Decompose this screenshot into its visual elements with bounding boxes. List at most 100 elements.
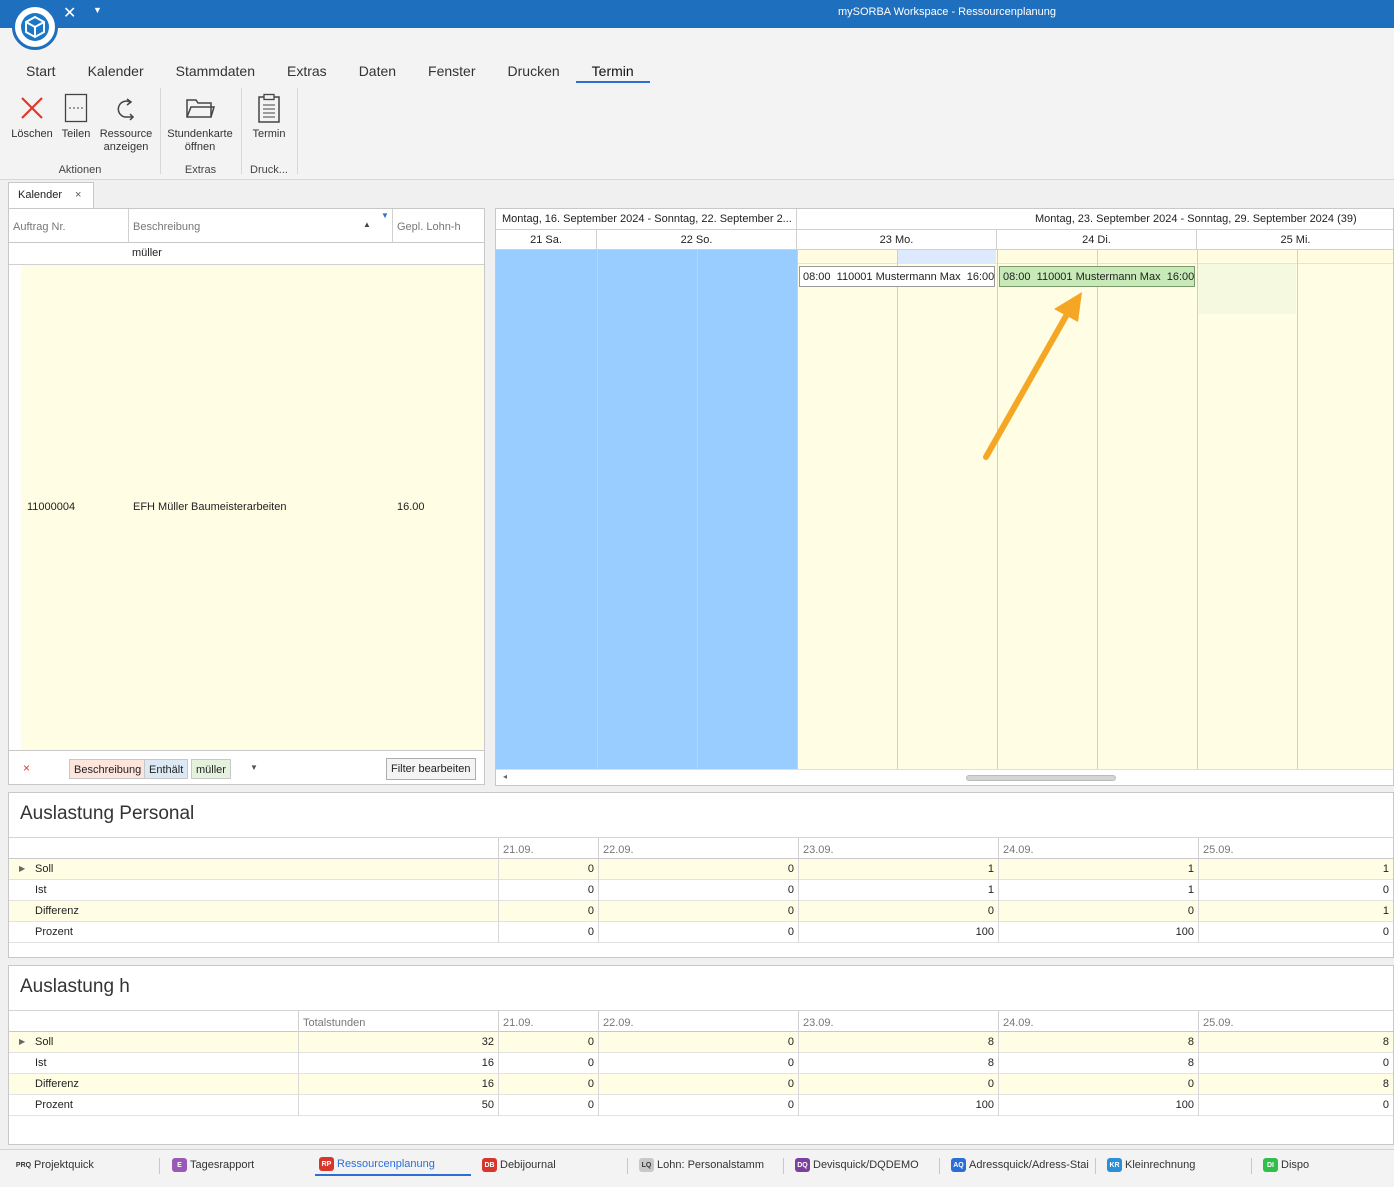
redirect-arrow-icon xyxy=(96,92,156,124)
order-grid: Auftrag Nr. Beschreibung ▲ ▼ Gepl. Lohn-… xyxy=(8,208,485,785)
cell: 0 xyxy=(1198,922,1393,943)
cell: 0 xyxy=(1198,1095,1393,1116)
split-button[interactable]: Teilen xyxy=(58,92,94,141)
show-resource-button[interactable]: Ressource anzeigen xyxy=(96,92,156,154)
grid-header: Totalstunden 21.09. 22.09. 23.09. 24.09.… xyxy=(9,1010,1393,1033)
taskbar-item-tagesrapport[interactable]: E Tagesrapport xyxy=(168,1154,254,1176)
table-row[interactable]: Differenz 16 0 0 0 0 8 xyxy=(9,1074,1393,1095)
column-header-order-no[interactable]: Auftrag Nr. xyxy=(9,209,129,243)
row-label: Prozent xyxy=(35,1099,73,1111)
column-header[interactable]: 22.09. xyxy=(598,838,798,860)
tab-kalender[interactable]: Kalender xyxy=(72,63,160,83)
column-header[interactable]: 25.09. xyxy=(1198,1011,1393,1033)
appointment-print-button[interactable]: Termin xyxy=(248,92,290,141)
table-row[interactable]: ▶ Soll 32 0 0 8 8 8 xyxy=(9,1032,1393,1053)
expand-row-icon[interactable]: ▶ xyxy=(15,1032,29,1053)
taskbar-item-kleinrechnung[interactable]: KR Kleinrechnung xyxy=(1103,1154,1195,1176)
tab-drucken[interactable]: Drucken xyxy=(492,63,576,83)
column-header[interactable]: Totalstunden xyxy=(298,1011,498,1033)
tagesrapport-icon: E xyxy=(172,1158,187,1172)
dispo-icon: DI xyxy=(1263,1158,1278,1172)
cell: 0 xyxy=(598,859,798,880)
show-resource-label-2: anzeigen xyxy=(103,141,149,153)
table-row[interactable]: Prozent 50 0 0 100 100 0 xyxy=(9,1095,1393,1116)
cell: 16 xyxy=(298,1074,498,1095)
column-header[interactable]: 21.09. xyxy=(498,1011,598,1033)
cell: 8 xyxy=(1198,1074,1393,1095)
scrollbar-thumb[interactable] xyxy=(966,775,1116,781)
close-tab-icon[interactable]: × xyxy=(75,189,81,201)
quick-access-dropdown-icon[interactable]: ▼ xyxy=(93,5,102,15)
cell: 32 xyxy=(298,1032,498,1053)
tab-fenster[interactable]: Fenster xyxy=(412,63,491,83)
filter-history-dropdown-icon[interactable]: ▼ xyxy=(250,763,258,772)
delete-button[interactable]: Löschen xyxy=(8,92,56,141)
table-row[interactable]: Ist 0 0 1 1 0 xyxy=(9,880,1393,901)
clear-filter-icon[interactable]: × xyxy=(23,761,30,775)
tab-daten[interactable]: Daten xyxy=(343,63,412,83)
grid-header: 21.09. 22.09. 23.09. 24.09. 25.09. xyxy=(9,837,1393,860)
tab-stammdaten[interactable]: Stammdaten xyxy=(160,63,271,83)
taskbar-item-adressquick[interactable]: AQ Adressquick/Adress-Stai xyxy=(947,1154,1089,1176)
tab-extras[interactable]: Extras xyxy=(271,63,343,83)
open-timecard-button[interactable]: Stundenkarte öffnen xyxy=(164,92,236,154)
table-row[interactable]: ▶ Soll 0 0 1 1 1 xyxy=(9,859,1393,880)
order-number-cell: 11000004 xyxy=(27,501,76,513)
column-header[interactable]: 21.09. xyxy=(498,838,598,860)
expand-row-icon[interactable]: ▶ xyxy=(15,859,29,880)
app-logo-icon[interactable] xyxy=(12,4,58,50)
sort-ascending-icon: ▲ xyxy=(363,220,371,229)
delete-x-icon xyxy=(8,92,56,124)
filter-field-chip[interactable]: Beschreibung xyxy=(69,759,147,779)
edit-filter-button[interactable]: Filter bearbeiten xyxy=(386,758,476,780)
taskbar-item-ressourcenplanung[interactable]: RP Ressourcenplanung xyxy=(315,1154,471,1176)
column-header[interactable]: 24.09. xyxy=(998,1011,1198,1033)
taskbar-item-debijournal[interactable]: DB Debijournal xyxy=(478,1154,556,1176)
cell: 0 xyxy=(998,901,1198,922)
kleinrechnung-icon: KR xyxy=(1107,1158,1122,1172)
cell: 0 xyxy=(798,1074,998,1095)
ressourcenplanung-icon: RP xyxy=(319,1157,334,1171)
tab-start[interactable]: Start xyxy=(10,63,72,83)
description-filter-value[interactable]: müller xyxy=(132,247,162,259)
table-row[interactable]: 11000004 EFH Müller Baumeisterarbeiten 1… xyxy=(21,265,484,750)
filter-operator-chip[interactable]: Enthält xyxy=(144,759,189,779)
table-row[interactable]: Prozent 0 0 100 100 0 xyxy=(9,922,1393,943)
window-title: mySORBA Workspace - Ressourcenplanung xyxy=(837,6,1057,18)
group-label-print[interactable]: Druck... xyxy=(241,164,297,176)
table-row[interactable]: Ist 16 0 0 8 8 0 xyxy=(9,1053,1393,1074)
column-header[interactable]: 24.09. xyxy=(998,838,1198,860)
cell: 100 xyxy=(798,922,998,943)
column-header-description[interactable]: Beschreibung ▲ ▼ xyxy=(129,209,393,243)
cell: 8 xyxy=(998,1032,1198,1053)
cell: 0 xyxy=(798,901,998,922)
filter-icon[interactable]: ▼ xyxy=(381,211,389,220)
table-row[interactable]: Differenz 0 0 0 0 1 xyxy=(9,901,1393,922)
taskbar-item-dispo[interactable]: DI Dispo xyxy=(1259,1154,1309,1176)
taskbar-separator xyxy=(783,1158,784,1174)
taskbar-separator xyxy=(1251,1158,1252,1174)
cell: 16 xyxy=(298,1053,498,1074)
column-header[interactable]: 25.09. xyxy=(1198,838,1393,860)
taskbar-item-projektquick[interactable]: PRQ Projektquick xyxy=(12,1154,94,1176)
row-label: Ist xyxy=(35,884,47,896)
row-label: Soll xyxy=(35,1036,54,1048)
panel-auslastung-h: Auslastung h Totalstunden 21.09. 22.09. … xyxy=(8,965,1394,1145)
column-header[interactable]: 23.09. xyxy=(798,838,998,860)
column-header[interactable]: 23.09. xyxy=(798,1011,998,1033)
document-tab-kalender[interactable]: Kalender × xyxy=(8,182,94,208)
column-header[interactable]: 22.09. xyxy=(598,1011,798,1033)
auto-filter-row[interactable]: müller xyxy=(9,243,484,265)
filter-value-chip[interactable]: müller xyxy=(191,759,231,779)
horizontal-scrollbar[interactable]: ◂ xyxy=(496,769,1393,785)
close-icon[interactable]: ✕ xyxy=(63,3,76,23)
column-header-planned-hours[interactable]: Gepl. Lohn-h xyxy=(393,209,484,243)
taskbar-item-label: Ressourcenplanung xyxy=(337,1158,435,1170)
split-icon xyxy=(58,92,94,124)
row-label: Differenz xyxy=(35,1078,79,1090)
debijournal-icon: DB xyxy=(482,1158,497,1172)
scroll-left-icon[interactable]: ◂ xyxy=(503,772,507,781)
tab-termin[interactable]: Termin xyxy=(575,63,650,83)
taskbar-item-personalstamm[interactable]: LQ Lohn: Personalstamm xyxy=(635,1154,764,1176)
taskbar-item-devisquick[interactable]: DQ Devisquick/DQDEMO xyxy=(791,1154,919,1176)
